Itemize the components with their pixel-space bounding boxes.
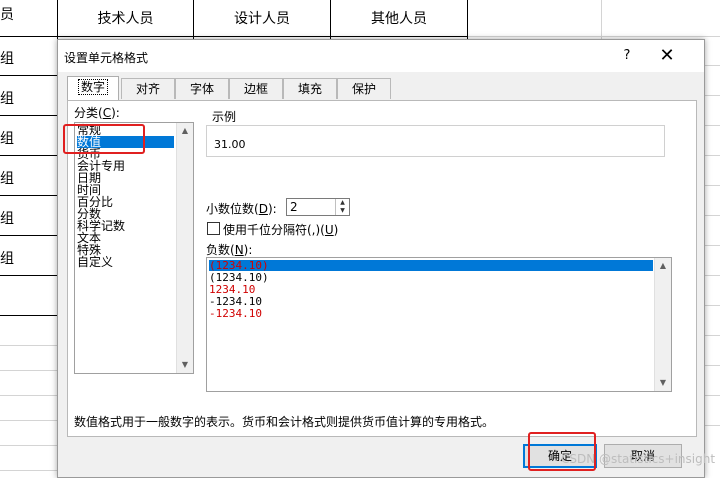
- grid-line: [703, 365, 720, 366]
- grid-line: [0, 36, 468, 37]
- dialog-titlebar[interactable]: 设置单元格格式 ? ✕: [58, 40, 704, 72]
- grid-line: [0, 345, 57, 346]
- header-cell-partial[interactable]: 员: [0, 4, 20, 24]
- negative-option[interactable]: (1234.10): [209, 272, 269, 283]
- row-label-cell[interactable]: 组: [0, 208, 14, 228]
- format-cells-dialog: 设置单元格格式 ? ✕ 数字 对齐 字体 边框 填充 保护 分类(C): 常规 …: [57, 39, 705, 478]
- category-label: 分类(C):: [74, 106, 120, 120]
- category-item-custom[interactable]: 自定义: [77, 256, 113, 268]
- tab-font[interactable]: 字体: [175, 78, 229, 99]
- grid-line: [703, 425, 720, 426]
- grid-line: [703, 395, 720, 396]
- thousands-separator-label[interactable]: 使用千位分隔符(,)(U): [223, 221, 338, 238]
- grid-line: [0, 75, 57, 76]
- format-description: 数值格式用于一般数字的表示。货币和会计格式则提供货币值计算的专用格式。: [74, 415, 495, 429]
- grid-line: [0, 235, 57, 236]
- stepper-buttons: ▲ ▼: [335, 199, 349, 215]
- thousands-separator-checkbox[interactable]: [207, 222, 220, 235]
- stepper-up-icon[interactable]: ▲: [336, 199, 349, 207]
- row-label-cell[interactable]: 组: [0, 128, 14, 148]
- category-scrollbar[interactable]: ▲ ▼: [176, 123, 193, 373]
- grid-line: [601, 0, 602, 39]
- grid-line: [703, 185, 720, 186]
- grid-line: [703, 245, 720, 246]
- row-label-cell[interactable]: 组: [0, 168, 14, 188]
- sample-label: 示例: [211, 108, 238, 125]
- row-label-cell[interactable]: 组: [0, 88, 14, 108]
- decimal-places-label: 小数位数(D):: [206, 202, 277, 216]
- grid-line: [0, 420, 57, 421]
- highlight-box-category: [63, 124, 145, 154]
- sample-value: 31.00: [214, 138, 246, 151]
- grid-line: [0, 315, 57, 316]
- grid-line: [0, 195, 57, 196]
- grid-line: [703, 65, 720, 66]
- negative-numbers-label: 负数(N):: [206, 243, 253, 257]
- header-cell-other[interactable]: 其他人员: [331, 8, 467, 28]
- negative-numbers-list[interactable]: (1234.10) (1234.10) 1234.10 -1234.10 -12…: [206, 257, 672, 392]
- scroll-up-icon[interactable]: ▲: [655, 258, 671, 274]
- grid-line: [0, 470, 57, 471]
- negative-scrollbar[interactable]: ▲ ▼: [654, 258, 671, 391]
- grid-line: [0, 395, 57, 396]
- tab-number[interactable]: 数字: [67, 76, 119, 101]
- row-label-cell[interactable]: 组: [0, 48, 14, 68]
- tab-alignment[interactable]: 对齐: [121, 78, 175, 99]
- negative-option[interactable]: (1234.10): [209, 260, 653, 271]
- grid-line: [703, 125, 720, 126]
- negative-option[interactable]: -1234.10: [209, 308, 262, 319]
- decimal-places-value[interactable]: 2: [290, 200, 298, 214]
- scroll-down-icon[interactable]: ▼: [655, 375, 671, 391]
- tab-protection[interactable]: 保护: [337, 78, 391, 99]
- tab-fill[interactable]: 填充: [283, 78, 337, 99]
- number-tab-panel: 分类(C): 常规 数值 货币 会计专用 日期 时间 百分比 分数 科学记数 文…: [67, 100, 697, 437]
- grid-line: [703, 275, 720, 276]
- grid-line: [703, 155, 720, 156]
- help-button[interactable]: ?: [618, 47, 636, 65]
- tab-number-label: 数字: [77, 79, 108, 95]
- scroll-up-icon[interactable]: ▲: [177, 123, 193, 139]
- grid-line: [0, 275, 57, 276]
- grid-line: [703, 215, 720, 216]
- grid-line: [0, 115, 57, 116]
- decimal-places-stepper[interactable]: 2 ▲ ▼: [286, 198, 350, 216]
- negative-option[interactable]: 1234.10: [209, 284, 255, 295]
- grid-line: [468, 36, 720, 37]
- header-cell-design[interactable]: 设计人员: [194, 8, 330, 28]
- grid-line: [467, 0, 468, 39]
- stepper-down-icon[interactable]: ▼: [336, 207, 349, 215]
- row-label-cell[interactable]: 组: [0, 248, 14, 268]
- watermark: CSDN @statistics+insight: [561, 452, 716, 466]
- grid-line: [0, 155, 57, 156]
- negative-option[interactable]: -1234.10: [209, 296, 262, 307]
- dialog-title: 设置单元格格式: [64, 51, 149, 65]
- grid-line: [0, 370, 57, 371]
- close-button[interactable]: ✕: [656, 45, 678, 67]
- grid-line: [0, 445, 57, 446]
- grid-line: [703, 95, 720, 96]
- grid-line: [703, 335, 720, 336]
- header-cell-tech[interactable]: 技术人员: [58, 8, 193, 28]
- scroll-down-icon[interactable]: ▼: [177, 357, 193, 373]
- category-list[interactable]: 常规 数值 货币 会计专用 日期 时间 百分比 分数 科学记数 文本 特殊 自定…: [74, 122, 194, 374]
- sample-group: 示例 31.00: [206, 108, 665, 157]
- grid-line: [703, 305, 720, 306]
- tab-border[interactable]: 边框: [229, 78, 283, 99]
